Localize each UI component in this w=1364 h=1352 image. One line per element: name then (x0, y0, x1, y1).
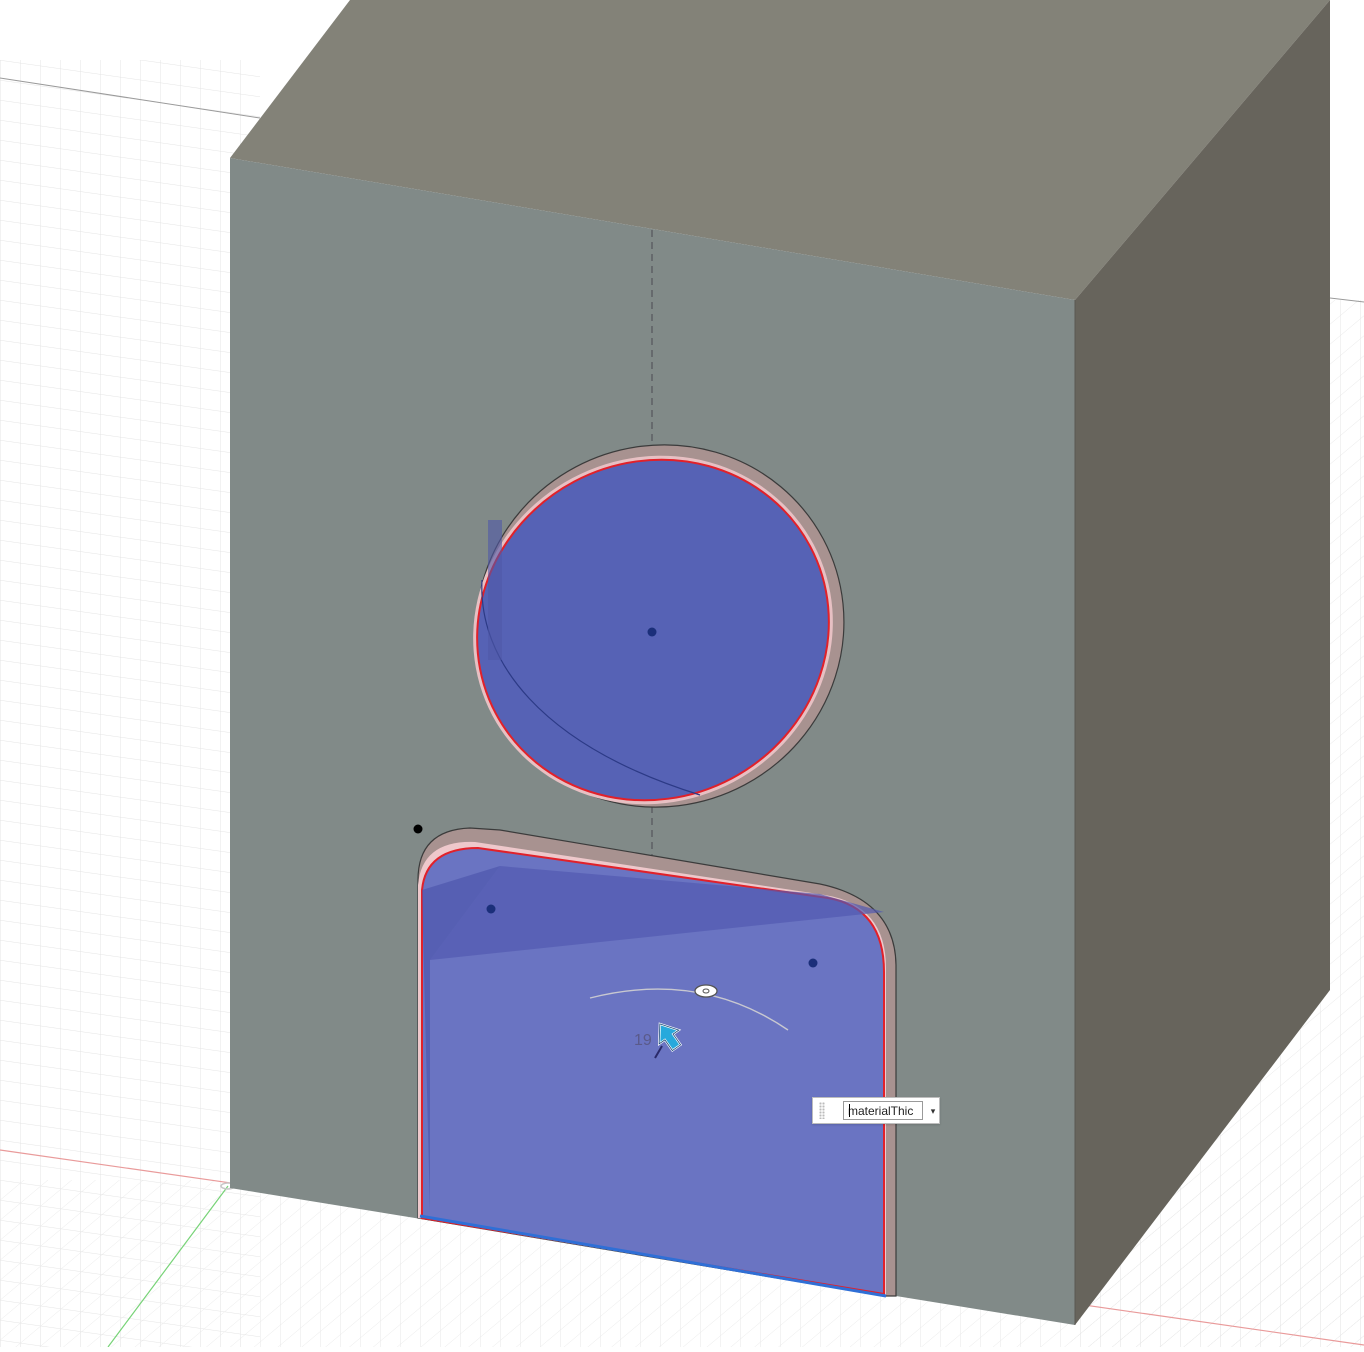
circle-center-point (647, 627, 657, 637)
arch-point-left (486, 904, 496, 914)
angle-readout: 19 (634, 1032, 652, 1049)
text-caret (849, 1104, 850, 1117)
arch-point-right (808, 958, 818, 968)
flange-distance-input-box[interactable]: ▾ (812, 1097, 940, 1124)
material-thickness-input[interactable] (843, 1101, 923, 1120)
3d-viewport[interactable]: 19 ▾ (0, 0, 1364, 1348)
dropdown-arrow-icon[interactable]: ▾ (927, 1103, 939, 1119)
viewport-canvas[interactable] (0, 0, 1364, 1348)
grip-handle[interactable] (819, 1102, 825, 1119)
sketch-point (413, 824, 423, 834)
arch-cutout[interactable] (417, 827, 897, 1298)
angle-handle (694, 984, 718, 998)
